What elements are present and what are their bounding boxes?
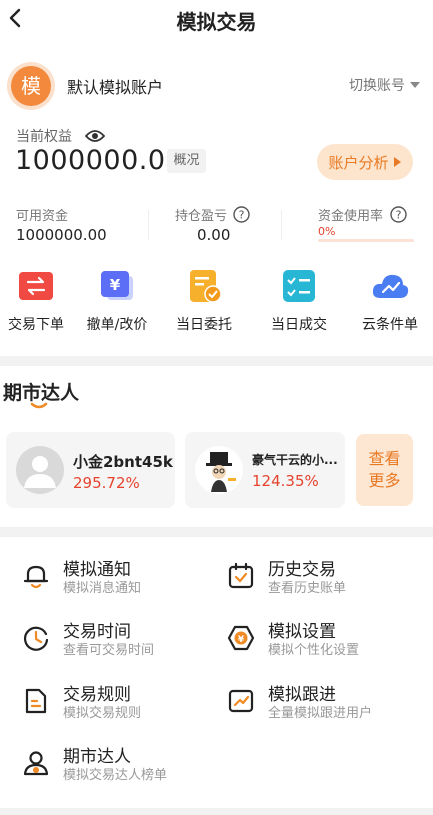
position-pnl-value: 0.00 [197, 226, 231, 244]
tool-label: 当日成交 [271, 317, 327, 333]
bottom-separator [0, 808, 433, 815]
tool-label: 当日委托 [176, 317, 232, 333]
menu-item-notifications[interactable]: 模拟通知 模拟消息通知 [22, 560, 212, 608]
menu-subtitle: 模拟交易达人榜单 [63, 768, 168, 783]
menu-subtitle: 查看历史账单 [268, 581, 347, 596]
calendar-icon [228, 562, 254, 589]
account-name: 默认模拟账户 [67, 78, 164, 97]
account-analysis-label: 账户分析 [328, 153, 389, 172]
svg-text:?: ? [239, 209, 245, 222]
cloud-condition-icon [372, 274, 409, 298]
tool-label: 云条件单 [362, 317, 418, 333]
avatar-char: 模 [11, 66, 51, 106]
gentleman-avatar-icon [195, 446, 243, 494]
equity-label: 当前权益 [16, 129, 72, 145]
menu-title: 交易时间 [63, 622, 131, 642]
tool-today-deal[interactable]: 当日成交 [251, 268, 347, 334]
svg-text:¥: ¥ [238, 635, 245, 645]
clock-icon [23, 626, 49, 651]
eye-icon[interactable] [85, 128, 105, 144]
section-separator [0, 527, 433, 537]
equity-label-row: 当前权益 [16, 126, 105, 146]
menu-item-rules[interactable]: 交易规则 模拟交易规则 [22, 685, 212, 733]
triangle-right-icon [393, 157, 401, 167]
bell-icon [23, 565, 49, 589]
menu-item-history[interactable]: 历史交易 查看历史账单 [227, 560, 417, 608]
menu-subtitle: 查看可交易时间 [63, 643, 155, 658]
divider [281, 210, 282, 240]
experts-title: 期市达人 [3, 382, 80, 404]
available-funds-value: 1000000.00 [16, 226, 107, 244]
menu-item-trading-hours[interactable]: 交易时间 查看可交易时间 [22, 622, 212, 670]
overview-badge[interactable]: 概况 [167, 149, 206, 173]
settings-icon: ¥ [227, 625, 255, 651]
today-entrust-icon [190, 270, 222, 303]
tool-label: 撤单/改价 [86, 317, 148, 333]
menu-item-experts[interactable]: 期市达人 模拟交易达人榜单 [22, 747, 212, 795]
available-funds-label: 可用资金 [16, 209, 69, 224]
menu-item-follow[interactable]: 模拟跟进 全量模拟跟进用户 [227, 685, 417, 733]
menu-subtitle: 模拟消息通知 [63, 581, 142, 596]
tool-trade-order[interactable]: 交易下单 [0, 268, 72, 334]
expert-return: 295.72% [73, 474, 140, 492]
see-more-label: 查看 更多 [368, 449, 401, 490]
tools-row: 交易下单 ¥ 撤单/改价 当日委托 当日成交 云条件单 [0, 268, 433, 334]
page: 模拟交易 模 默认模拟账户 切换账号 当前权益 1000000.00 概况 账户… [0, 0, 433, 815]
trade-order-icon [19, 272, 53, 300]
section-separator [0, 356, 433, 366]
menu-title: 模拟跟进 [268, 685, 336, 705]
divider [148, 210, 149, 240]
page-title: 模拟交易 [176, 10, 257, 34]
equity-value: 1000000.00 [15, 145, 184, 176]
help-icon[interactable]: ? [233, 206, 250, 223]
menu-title: 交易规则 [63, 685, 131, 705]
menu-title: 模拟设置 [268, 622, 336, 642]
tool-label: 交易下单 [8, 317, 64, 333]
trend-icon [228, 689, 254, 713]
switch-account-label: 切换账号 [349, 78, 405, 94]
fund-usage-value: 0% [318, 225, 336, 238]
menu-title: 模拟通知 [63, 560, 131, 580]
menu-title: 历史交易 [268, 560, 336, 580]
position-pnl-label-row: 持仓盈亏 ? [175, 205, 250, 224]
see-more-button[interactable]: 查看 更多 [356, 434, 413, 506]
fund-usage-label: 资金使用率 [318, 209, 384, 224]
fund-usage-bar [318, 239, 414, 242]
expert-card[interactable]: 豪气干云的小... 124.35% [185, 432, 345, 508]
today-deal-icon [283, 270, 315, 302]
smile-underline-icon [30, 402, 48, 409]
default-avatar-icon [16, 446, 64, 494]
document-icon [25, 688, 47, 714]
avatar: 模 [7, 62, 55, 110]
tool-today-entrust[interactable]: 当日委托 [161, 268, 247, 334]
tool-cloud-condition[interactable]: 云条件单 [347, 268, 433, 334]
user-icon [23, 751, 49, 776]
account-analysis-button[interactable]: 账户分析 [317, 144, 413, 180]
expert-card[interactable]: 小金2bnt45k 295.72% [6, 432, 175, 508]
expert-return: 124.35% [252, 472, 319, 490]
cancel-order-icon: ¥ [101, 271, 133, 300]
expert-name: 小金2bnt45k [73, 453, 173, 471]
svg-text:¥: ¥ [110, 276, 121, 294]
menu-subtitle: 全量模拟跟进用户 [268, 706, 373, 721]
position-pnl-label: 持仓盈亏 [175, 209, 228, 224]
help-icon[interactable]: ? [390, 206, 407, 223]
menu-item-settings[interactable]: ¥ 模拟设置 模拟个性化设置 [227, 622, 417, 670]
svg-text:?: ? [396, 209, 402, 222]
expert-name: 豪气干云的小... [252, 453, 338, 467]
caret-down-icon [410, 82, 420, 88]
fund-usage-label-row: 资金使用率 ? [318, 205, 407, 224]
menu-title: 期市达人 [63, 747, 131, 767]
nav-bar: 模拟交易 [0, 0, 433, 40]
menu-subtitle: 模拟个性化设置 [268, 643, 360, 658]
tool-cancel-order[interactable]: ¥ 撤单/改价 [74, 268, 160, 334]
menu-subtitle: 模拟交易规则 [63, 706, 142, 721]
switch-account-button[interactable]: 切换账号 [349, 75, 422, 95]
